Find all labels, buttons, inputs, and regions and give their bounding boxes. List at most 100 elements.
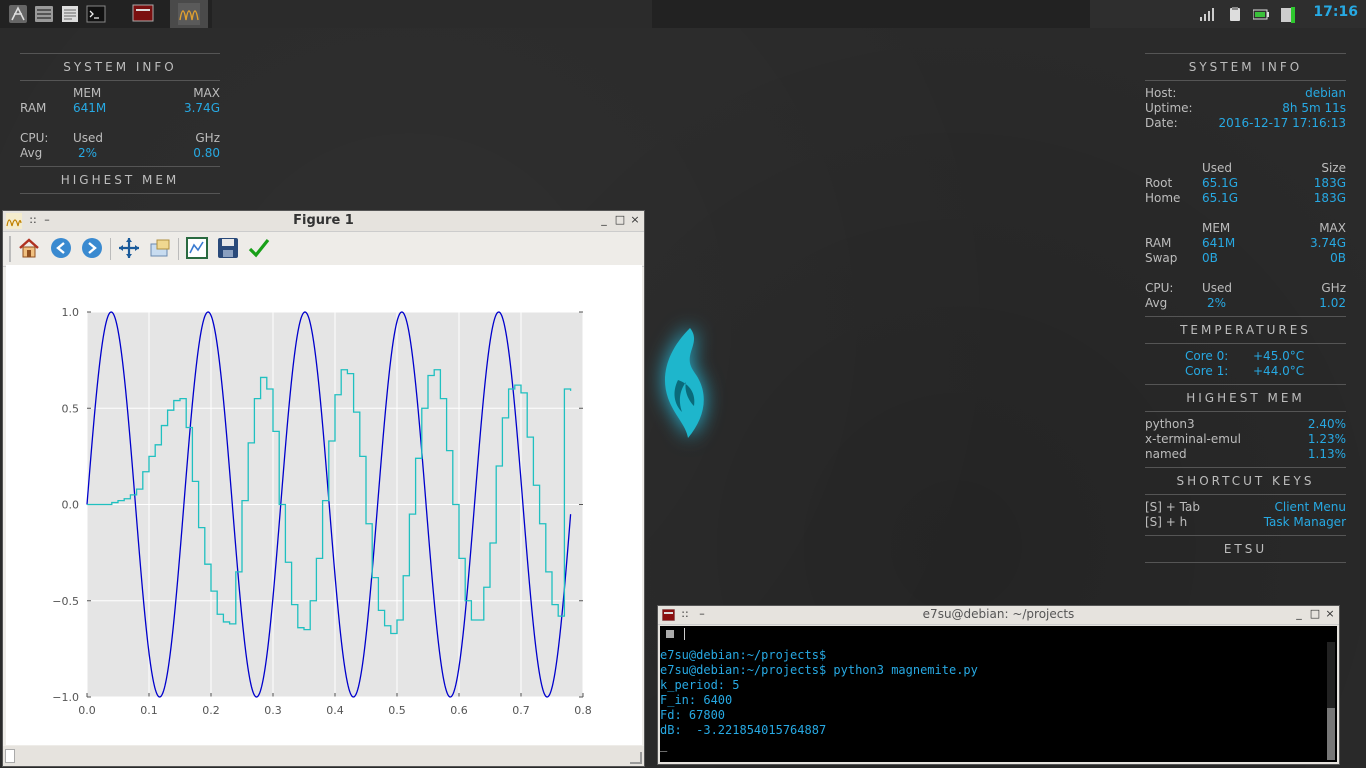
edit-icon[interactable] <box>248 237 270 259</box>
plot-canvas[interactable]: 0.0 0.1 0.2 0.3 0.4 0.5 0.6 0.7 0.8 1.0 0.5 0.0 −0.5… <box>6 265 642 745</box>
process-name: named <box>1145 447 1187 461</box>
mem-header: MEM <box>73 86 102 100</box>
ram-max: 3.74G <box>183 101 220 115</box>
root-label: Root <box>1145 176 1173 190</box>
section-title: SYSTEM INFO <box>1145 53 1346 81</box>
top-panel: 17:16 <box>0 0 1366 28</box>
battery-icon[interactable] <box>1252 6 1269 22</box>
process-mem: 1.23% <box>1307 432 1346 446</box>
mem-header: MEM <box>1202 221 1231 235</box>
shortcut-action: Task Manager <box>1263 515 1346 529</box>
clipboard-icon[interactable] <box>1227 6 1243 22</box>
terminal-tab-icon[interactable] <box>666 630 674 638</box>
subplots-icon[interactable] <box>186 237 208 259</box>
forward-icon[interactable] <box>81 237 103 259</box>
line-chart[interactable]: 0.0 0.1 0.2 0.3 0.4 0.5 0.6 0.7 0.8 1.0 0.5 0.0 −0.5… <box>6 265 642 745</box>
core0-temp: +45.0°C <box>1253 349 1305 363</box>
ram-used: 641M <box>1202 236 1236 250</box>
uptime-label: Uptime: <box>1145 101 1193 115</box>
ghz-header: GHz <box>195 131 220 145</box>
terminal-titlebar[interactable]: :: – e7su@debian: ~/projects _ □ × <box>658 606 1339 625</box>
date-label: Date: <box>1145 116 1178 130</box>
pan-icon[interactable] <box>118 237 140 259</box>
root-size: 183G <box>1313 176 1346 190</box>
terminal-window: :: – e7su@debian: ~/projects _ □ × e7su@… <box>658 606 1339 764</box>
ram-label: RAM <box>1145 236 1172 250</box>
process-mem: 2.40% <box>1307 417 1346 431</box>
core1-label: Core 1: <box>1185 364 1229 378</box>
window-titlebar[interactable]: :: – Figure 1 _ □ × <box>3 211 644 232</box>
close-button[interactable]: × <box>1324 607 1336 621</box>
clock[interactable]: 17:16 <box>1308 4 1358 20</box>
cpu-percent: 2% <box>78 146 98 160</box>
matplotlib-figure-task-icon[interactable] <box>170 0 208 28</box>
section-title: TEMPERATURES <box>1145 316 1346 344</box>
x-tick-label: 0.6 <box>450 704 468 717</box>
close-button[interactable]: × <box>629 213 641 227</box>
figure-window: :: – Figure 1 _ □ × 0.0 0.1 0.2 0.3 0.4 … <box>3 211 644 766</box>
flame-logo <box>648 320 718 450</box>
network-icon[interactable] <box>1280 6 1296 23</box>
process-name: x-terminal-emul <box>1145 432 1241 446</box>
size-header: Size <box>1321 161 1346 175</box>
home-size: 183G <box>1313 191 1346 205</box>
cpu-label: CPU: <box>20 131 49 145</box>
host-label: Host: <box>1145 86 1177 100</box>
used-header: Used <box>1202 161 1233 175</box>
terminal-scrollbar-thumb[interactable] <box>1327 708 1335 760</box>
terminal-line: dB: -3.221854015764887 <box>660 723 827 737</box>
max-header: MAX <box>1319 221 1346 235</box>
toolbar-grip[interactable] <box>9 236 11 262</box>
terminal-icon[interactable] <box>86 4 106 24</box>
save-icon[interactable] <box>217 237 239 259</box>
ram-used: 641M <box>73 101 107 115</box>
host-value: debian <box>1305 86 1346 100</box>
signal-icon[interactable] <box>1199 6 1215 22</box>
terminal-line: k_period: 5 <box>660 678 740 692</box>
terminal-title: e7su@debian: ~/projects <box>922 607 1075 621</box>
cpu-ghz: 1.02 <box>1319 296 1346 310</box>
shortcut-combo: [S] + Tab <box>1145 500 1200 514</box>
home-icon[interactable] <box>18 237 40 259</box>
maximize-button[interactable]: □ <box>614 213 626 227</box>
section-title: HIGHEST MEM <box>20 166 220 194</box>
swap-used: 0B <box>1202 251 1218 265</box>
used-header: Used <box>1202 281 1233 295</box>
x-tick-label: 0.3 <box>264 704 282 717</box>
minimize-button[interactable]: _ <box>598 213 610 227</box>
terminal-cursor-marker <box>684 628 685 640</box>
y-tick-label: 0.5 <box>62 402 80 415</box>
x-tick-label: 0.4 <box>326 704 344 717</box>
menu-icon[interactable] <box>8 4 28 24</box>
cpu-ghz: 0.80 <box>193 146 220 160</box>
minimize-button[interactable]: _ <box>1293 607 1305 621</box>
cpu-label: CPU: <box>1145 281 1174 295</box>
core1-temp: +44.0°C <box>1253 364 1305 378</box>
y-tick-label: 1.0 <box>62 306 80 319</box>
process-name: python3 <box>1145 417 1195 431</box>
cpu-percent: 2% <box>1207 296 1227 310</box>
shortcut-combo: [S] + h <box>1145 515 1188 529</box>
x-tick-label: 0.8 <box>574 704 592 717</box>
process-mem: 1.13% <box>1307 447 1346 461</box>
core0-label: Core 0: <box>1185 349 1229 363</box>
back-icon[interactable] <box>50 237 72 259</box>
x-tick-label: 0.5 <box>388 704 406 717</box>
terminal-output[interactable]: e7su@debian:~/projects$ e7su@debian:~/pr… <box>660 626 1337 762</box>
maximize-button[interactable]: □ <box>1309 607 1321 621</box>
file-manager-icon[interactable] <box>34 4 54 24</box>
resize-grip[interactable] <box>630 752 642 764</box>
status-indicator <box>5 749 15 763</box>
terminal-cursor: _ <box>660 738 668 752</box>
x-tick-label: 0.2 <box>202 704 220 717</box>
text-editor-icon[interactable] <box>60 4 80 24</box>
home-label: Home <box>1145 191 1181 205</box>
terminal-line: F_in: 6400 <box>660 693 733 707</box>
used-header: Used <box>73 131 104 145</box>
zoom-icon[interactable] <box>149 237 171 259</box>
home-used: 65.1G <box>1202 191 1239 205</box>
x-tick-label: 0.1 <box>140 704 158 717</box>
x-tick-label: 0.0 <box>78 704 96 717</box>
uptime-value: 8h 5m 11s <box>1282 101 1346 115</box>
terminal-task-icon[interactable] <box>124 0 162 28</box>
